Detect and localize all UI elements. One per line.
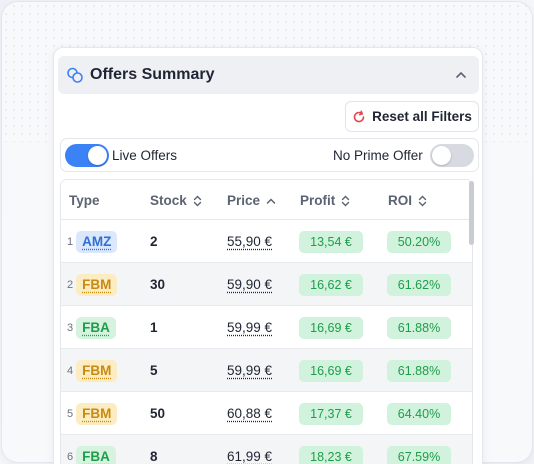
- type-badge[interactable]: AMZ: [76, 231, 117, 253]
- profit-pill: 18,23 €: [299, 446, 363, 464]
- stock-value: 5: [150, 363, 158, 378]
- stock-value: 1: [150, 320, 158, 335]
- row-index: 5: [67, 408, 73, 420]
- profit-pill: 17,37 €: [299, 403, 363, 425]
- stock-value: 30: [150, 277, 165, 292]
- roi-pill: 61.62%: [387, 274, 451, 296]
- no-prime-offer-toggle[interactable]: [430, 144, 474, 167]
- row-index: 2: [67, 279, 73, 291]
- panel-title: Offers Summary: [90, 66, 215, 84]
- coins-icon: [66, 66, 84, 84]
- row-index: 4: [67, 365, 73, 377]
- table-row[interactable]: 4 FBM 5 59,99 € 16,69 € 61.88%: [61, 349, 472, 392]
- sort-icon: [418, 195, 427, 207]
- table-row[interactable]: 3 FBA 1 59,99 € 16,69 € 61.88%: [61, 306, 472, 349]
- live-offers-label: Live Offers: [112, 148, 177, 163]
- roi-pill: 64.40%: [387, 403, 451, 425]
- roi-pill: 61.88%: [387, 317, 451, 339]
- stock-value: 8: [150, 449, 158, 464]
- type-badge[interactable]: FBM: [76, 403, 117, 425]
- column-header-stock[interactable]: Stock: [150, 193, 202, 208]
- row-index: 1: [67, 236, 73, 248]
- toggle-knob: [88, 146, 107, 165]
- sort-asc-icon: [266, 197, 276, 205]
- chevron-up-icon[interactable]: [455, 69, 467, 81]
- table-row[interactable]: 2 FBM 30 59,90 € 16,62 € 61.62%: [61, 263, 472, 306]
- type-badge[interactable]: FBM: [76, 360, 117, 382]
- sort-icon: [341, 195, 350, 207]
- profit-pill: 16,62 €: [299, 274, 363, 296]
- type-badge[interactable]: FBA: [76, 317, 116, 339]
- price-value[interactable]: 59,99 €: [227, 320, 272, 335]
- column-label: Profit: [300, 193, 335, 208]
- toggle-knob: [432, 146, 451, 165]
- live-offers-toggle[interactable]: [65, 144, 109, 167]
- offers-table: Type Stock Price Profit ROI 1 AMZ 2 55,9…: [60, 179, 473, 464]
- table-scrollbar[interactable]: [469, 181, 474, 245]
- price-value[interactable]: 59,99 €: [227, 363, 272, 378]
- stock-value: 2: [150, 234, 158, 249]
- profit-pill: 13,54 €: [299, 231, 363, 253]
- column-header-price[interactable]: Price: [227, 193, 276, 208]
- column-header-type[interactable]: Type: [69, 193, 100, 208]
- profit-pill: 16,69 €: [299, 317, 363, 339]
- offers-summary-panel: Offers Summary Reset all Filters Live Of…: [53, 47, 483, 464]
- roi-pill: 61.88%: [387, 360, 451, 382]
- price-value[interactable]: 55,90 €: [227, 234, 272, 249]
- roi-pill: 67.59%: [387, 446, 451, 464]
- reset-all-filters-button[interactable]: Reset all Filters: [345, 101, 479, 132]
- column-label: Price: [227, 193, 260, 208]
- price-value[interactable]: 61,99 €: [227, 449, 272, 464]
- column-label: Type: [69, 193, 100, 208]
- profit-pill: 16,69 €: [299, 360, 363, 382]
- table-row[interactable]: 1 AMZ 2 55,90 € 13,54 € 50.20%: [61, 220, 472, 263]
- price-value[interactable]: 60,88 €: [227, 406, 272, 421]
- table-row[interactable]: 5 FBM 50 60,88 € 17,37 € 64.40%: [61, 392, 472, 435]
- row-index: 6: [67, 451, 73, 463]
- table-row[interactable]: 6 FBA 8 61,99 € 18,23 € 67.59%: [61, 435, 472, 464]
- type-badge[interactable]: FBA: [76, 446, 116, 464]
- column-header-roi[interactable]: ROI: [388, 193, 427, 208]
- reset-label: Reset all Filters: [372, 109, 472, 124]
- refresh-icon: [352, 110, 366, 124]
- table-header: Type Stock Price Profit ROI: [61, 180, 472, 220]
- stock-value: 50: [150, 406, 165, 421]
- column-label: Stock: [150, 193, 187, 208]
- column-header-profit[interactable]: Profit: [300, 193, 350, 208]
- filters-bar: Live Offers No Prime Offer: [60, 138, 479, 172]
- sort-icon: [193, 195, 202, 207]
- no-prime-offer-label: No Prime Offer: [333, 148, 423, 163]
- column-label: ROI: [388, 193, 412, 208]
- roi-pill: 50.20%: [387, 231, 451, 253]
- price-value[interactable]: 59,90 €: [227, 277, 272, 292]
- panel-header[interactable]: Offers Summary: [58, 56, 479, 94]
- row-index: 3: [67, 322, 73, 334]
- type-badge[interactable]: FBM: [76, 274, 117, 296]
